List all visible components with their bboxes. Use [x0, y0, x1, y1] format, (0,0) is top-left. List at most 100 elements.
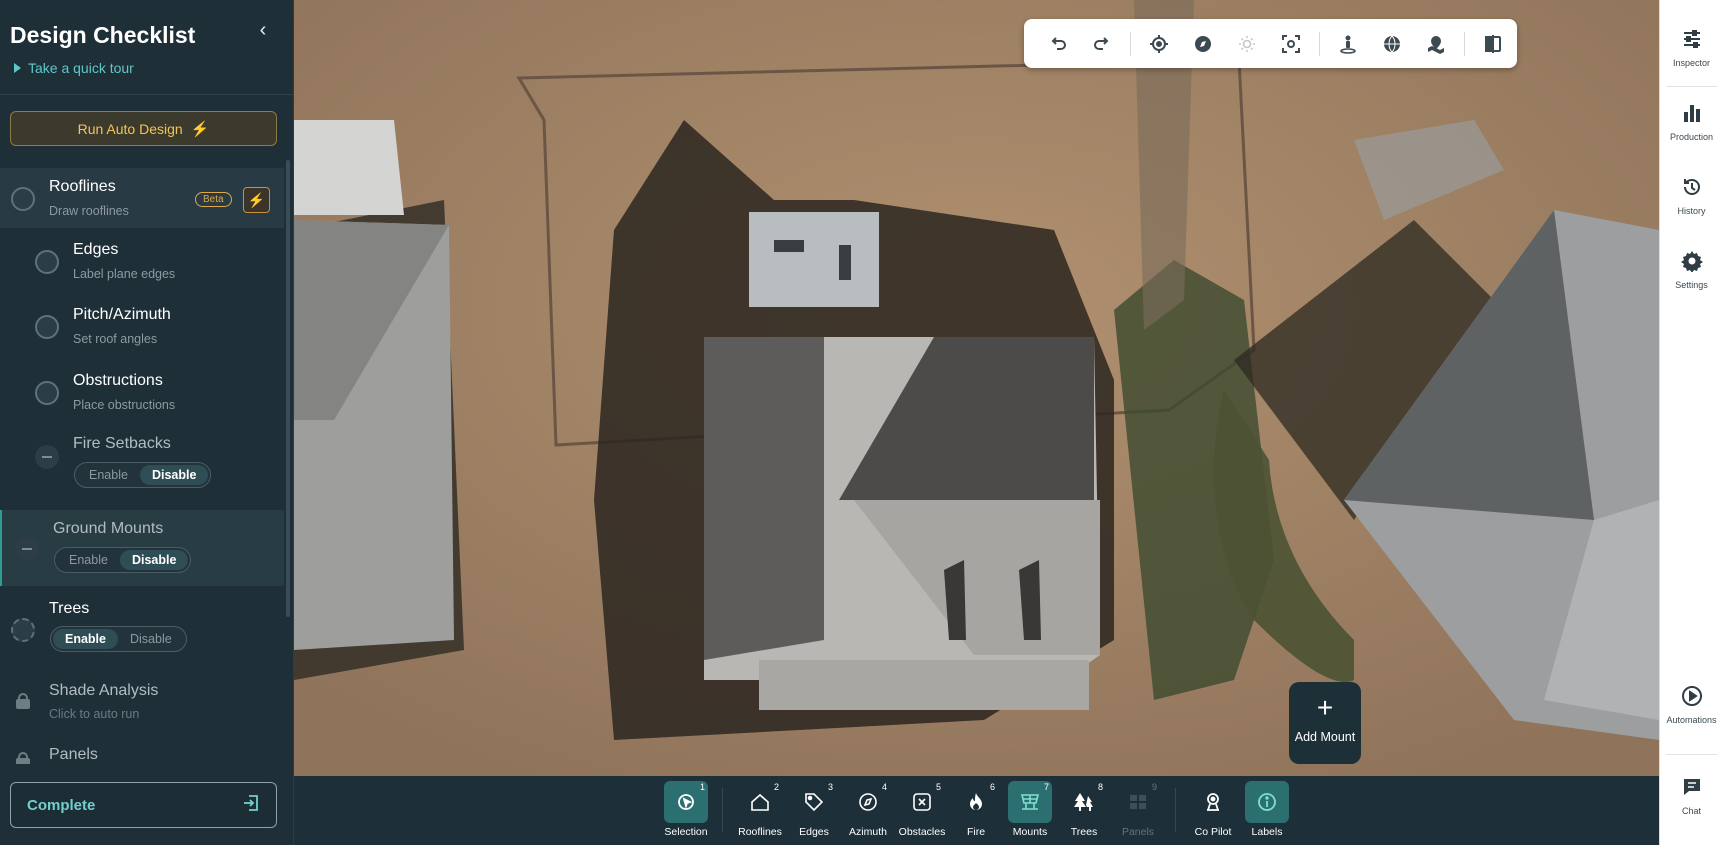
divider: [1666, 754, 1717, 755]
sidebar-scrollbar[interactable]: [286, 160, 290, 617]
redo-icon[interactable]: [1086, 28, 1118, 60]
shortcut-number: 5: [935, 782, 941, 792]
step-edges[interactable]: Edges Label plane edges: [0, 232, 284, 294]
bottom-tool-bar: 1 Selection 2 Rooflines 3 Edges 4 Azimut…: [294, 776, 1659, 845]
tool-mounts[interactable]: 7 Mounts: [1005, 781, 1055, 843]
tag-icon: [805, 793, 824, 812]
tool-icon-box: [1191, 781, 1235, 823]
add-mount-button[interactable]: + Add Mount: [1289, 682, 1361, 764]
enable-option[interactable]: Enable: [53, 629, 118, 649]
tool-selection[interactable]: 1 Selection: [661, 781, 711, 843]
street-view-icon[interactable]: [1332, 28, 1364, 60]
step-subtitle: Click to auto run: [49, 707, 140, 721]
rail-automations[interactable]: Automations: [1660, 684, 1722, 725]
tool-icon-box: [1245, 781, 1289, 823]
map-pin-icon[interactable]: [1420, 28, 1452, 60]
rail-chat[interactable]: Chat: [1660, 775, 1722, 816]
step-status-circle: [35, 381, 59, 405]
tool-icon-box: 2: [738, 781, 782, 823]
disable-option[interactable]: Disable: [119, 550, 189, 570]
divider: [1130, 31, 1131, 56]
tool-icon-box: 1: [664, 781, 708, 823]
tool-trees[interactable]: 8 Trees: [1059, 781, 1109, 843]
step-subtitle: Draw rooflines: [49, 204, 129, 218]
compass-icon[interactable]: [1187, 28, 1219, 60]
disable-option[interactable]: Disable: [139, 465, 209, 485]
locate-icon[interactable]: [1143, 28, 1175, 60]
step-name: Shade Analysis: [49, 682, 159, 699]
tool-azimuth[interactable]: 4 Azimuth: [843, 781, 893, 843]
tool-co-pilot[interactable]: Co Pilot: [1188, 781, 1238, 843]
quick-tour-link[interactable]: Take a quick tour: [14, 60, 134, 76]
play-circle-icon: [1680, 684, 1704, 708]
step-subtitle: Set roof angles: [73, 332, 158, 346]
plus-icon: +: [1316, 692, 1334, 723]
rail-settings[interactable]: Settings: [1660, 249, 1722, 290]
step-status-circle: [11, 618, 35, 642]
tool-icon-box: 6: [954, 781, 998, 823]
run-auto-design-button[interactable]: Run Auto Design ⚡: [10, 111, 277, 146]
shortcut-number: 3: [827, 782, 833, 792]
step-name: Obstructions: [73, 372, 163, 389]
tool-icon-box: 9: [1116, 781, 1160, 823]
rail-history[interactable]: History: [1660, 175, 1722, 216]
tool-obstacles[interactable]: 5 Obstacles: [897, 781, 947, 843]
divider: [1464, 31, 1465, 56]
info-icon: [1258, 793, 1276, 811]
aerial-map-canvas[interactable]: + Add Mount: [294, 0, 1659, 776]
shortcut-number: 1: [699, 782, 705, 792]
exit-icon: [242, 794, 260, 817]
trees-toggle: Enable Disable: [50, 626, 187, 652]
rail-label: Chat: [1681, 806, 1701, 816]
rail-production[interactable]: Production: [1660, 101, 1722, 142]
step-shade-analysis[interactable]: Shade Analysis Click to auto run: [0, 666, 284, 726]
step-name: Panels: [49, 746, 98, 763]
step-obstructions[interactable]: Obstructions Place obstructions: [0, 363, 284, 425]
step-rooflines[interactable]: Rooflines Draw rooflines Beta ⚡: [0, 168, 284, 228]
chat-icon: [1680, 775, 1704, 799]
tool-label: Mounts: [1012, 826, 1048, 838]
tool-edges[interactable]: 3 Edges: [789, 781, 839, 843]
collapse-sidebar-icon[interactable]: ‹: [254, 18, 272, 42]
complete-button[interactable]: Complete: [10, 782, 277, 828]
tool-label: Azimuth: [849, 826, 887, 838]
step-fire-setbacks: Fire Setbacks Enable Disable: [0, 429, 284, 499]
enable-option[interactable]: Enable: [57, 550, 120, 570]
step-status-circle: [35, 250, 59, 274]
map-toolbar: [1024, 19, 1517, 68]
step-panels[interactable]: Panels: [0, 732, 284, 764]
step-name: Ground Mounts: [53, 520, 164, 537]
aerial-imagery: [294, 0, 1659, 776]
shortcut-number: 9: [1151, 782, 1157, 792]
undo-icon[interactable]: [1042, 28, 1074, 60]
tool-rooflines[interactable]: 2 Rooflines: [735, 781, 785, 843]
step-name: Trees: [49, 600, 90, 617]
history-icon: [1680, 175, 1704, 199]
sun-icon[interactable]: [1231, 28, 1263, 60]
step-status-circle: [35, 315, 59, 339]
globe-icon[interactable]: [1376, 28, 1408, 60]
rail-inspector[interactable]: Inspector: [1660, 27, 1722, 68]
shortcut-number: 8: [1097, 782, 1103, 792]
tool-icon-box: 8: [1062, 781, 1106, 823]
step-name: Fire Setbacks: [73, 435, 171, 452]
tool-labels[interactable]: Labels: [1242, 781, 1292, 843]
shortcut-number: 7: [1043, 782, 1049, 792]
step-name: Pitch/Azimuth: [73, 306, 171, 323]
disable-option[interactable]: Disable: [118, 629, 184, 649]
beta-badge: Beta: [195, 192, 232, 207]
trees-icon: [1074, 793, 1093, 811]
step-pitch-azimuth[interactable]: Pitch/Azimuth Set roof angles: [0, 297, 284, 359]
tool-label: Rooflines: [738, 826, 782, 838]
step-status-circle: [11, 187, 35, 211]
split-view-icon[interactable]: [1477, 28, 1509, 60]
shortcut-number: 6: [989, 782, 995, 792]
co-pilot-icon: [1207, 793, 1219, 811]
tool-fire[interactable]: 6 Fire: [951, 781, 1001, 843]
auto-rooflines-button[interactable]: ⚡: [243, 187, 270, 213]
focus-icon[interactable]: [1275, 28, 1307, 60]
step-ground-mounts: Ground Mounts Enable Disable: [0, 510, 284, 586]
run-auto-design-label: Run Auto Design: [77, 120, 183, 137]
enable-option[interactable]: Enable: [77, 465, 140, 485]
tool-label: Selection: [664, 826, 708, 838]
